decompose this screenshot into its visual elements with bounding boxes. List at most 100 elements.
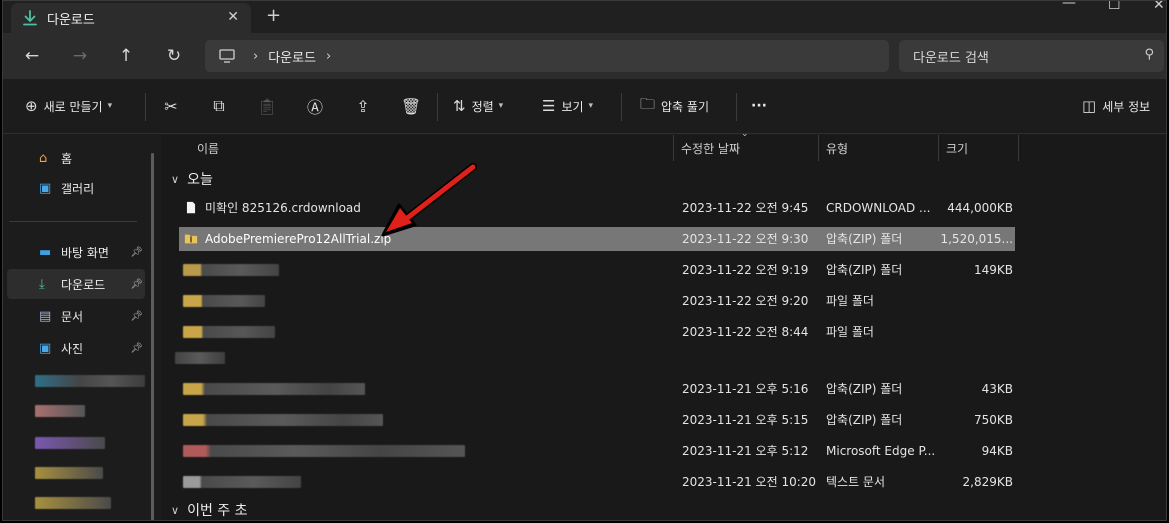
column-header-modified[interactable]: 수정한 날짜 — [681, 135, 740, 161]
navigation-pane: ⌂ 홈 ▣ 갤러리 ▬ 바탕 화면 📌︎ ⤓ 다운로드 📌︎ ▤ 문서 📌︎ ▣… — [3, 135, 159, 520]
table-row[interactable]: 2023-11-22 오전 9:19 압축(ZIP) 폴더 149KB — [179, 258, 1015, 282]
sidebar-scrollbar[interactable] — [151, 153, 154, 520]
table-row[interactable]: 2023-11-22 오전 9:20 파일 폴더 — [179, 289, 1015, 313]
sidebar-item-label: 바탕 화면 — [61, 245, 109, 260]
column-header-name[interactable]: 이름 — [197, 135, 219, 161]
sidebar-divider — [9, 221, 137, 222]
gallery-icon: ▣ — [39, 180, 52, 196]
file-type: 압축(ZIP) 폴더 — [826, 232, 903, 246]
delete-icon[interactable]: 🗑︎ — [397, 94, 425, 118]
table-row[interactable]: 2023-11-21 오후 5:16 압축(ZIP) 폴더 43KB — [179, 377, 1015, 401]
sidebar-item-pictures[interactable]: ▣ 사진 📌︎ — [7, 333, 145, 363]
file-type: 파일 폴더 — [826, 294, 874, 308]
file-size: 444,000KB — [947, 201, 1013, 215]
file-modified: 2023-11-22 오전 9:19 — [682, 263, 809, 277]
column-divider[interactable] — [1018, 135, 1019, 161]
sidebar-item-label: 다운로드 — [61, 277, 106, 292]
sort-icon: ⇅ — [453, 97, 466, 115]
sidebar-item-downloads[interactable]: ⤓ 다운로드 📌︎ — [7, 269, 145, 299]
file-modified: 2023-11-22 오전 9:30 — [682, 232, 809, 246]
minimize-icon[interactable]: — — [1062, 1, 1076, 11]
breadcrumb-chevron-icon[interactable]: › — [326, 49, 331, 64]
search-placeholder: 다운로드 검색 — [913, 50, 989, 66]
address-bar[interactable]: › 다운로드 › — [205, 40, 889, 72]
pin-icon[interactable]: 📌︎ — [130, 343, 143, 354]
close-tab-icon[interactable]: ✕ — [227, 9, 239, 25]
file-size: 2,829KB — [962, 475, 1013, 489]
blurred-file-name — [183, 326, 275, 338]
file-size — [939, 289, 1013, 313]
table-row[interactable]: 2023-11-21 오후 5:12 Microsoft Edge P... 9… — [179, 439, 1015, 463]
navigation-bar: ← → ↑ ↻ › 다운로드 › 다운로드 검색 ⚲ — [3, 33, 1166, 79]
blurred-sidebar-item — [35, 467, 103, 479]
file-name: AdobePremierePro12AllTrial.zip — [205, 232, 392, 246]
table-row[interactable]: 미확인 825126.crdownload 2023-11-22 오전 9:45… — [179, 196, 1015, 220]
sidebar-item-home[interactable]: ⌂ 홈 — [7, 143, 145, 173]
blurred-file-name — [183, 295, 265, 307]
sidebar-item-label: 홈 — [61, 151, 73, 166]
table-row[interactable]: 2023-11-21 오후 5:15 압축(ZIP) 폴더 750KB — [179, 408, 1015, 432]
table-row[interactable]: 2023-11-22 오전 8:44 파일 폴더 — [179, 320, 1015, 344]
new-tab-button[interactable]: + — [266, 5, 281, 26]
share-icon[interactable]: ⇪ — [349, 94, 377, 118]
close-window-icon[interactable]: ✕ — [1153, 1, 1165, 13]
sort-button[interactable]: ⇅ 정렬 ▾ — [453, 94, 503, 118]
column-divider[interactable] — [938, 135, 939, 161]
paste-icon[interactable]: 📋︎ — [253, 94, 281, 118]
toolbar-divider — [437, 93, 438, 121]
download-icon — [23, 10, 37, 26]
pin-icon[interactable]: 📌︎ — [130, 247, 143, 258]
cut-icon[interactable]: ✂ — [157, 94, 185, 118]
column-divider[interactable] — [673, 135, 674, 161]
table-row-selected[interactable]: AdobePremierePro12AllTrial.zip 2023-11-2… — [179, 227, 1015, 251]
extract-label: 압축 풀기 — [661, 99, 709, 114]
sort-chevron-icon: ⌄ — [741, 129, 749, 139]
group-header-this-week[interactable]: ∨ 이번 주 초 — [171, 500, 247, 520]
blurred-sidebar-item — [35, 497, 111, 509]
document-icon: ▤ — [39, 308, 52, 324]
more-options-button[interactable]: ··· — [751, 94, 767, 118]
blurred-sidebar-item — [35, 375, 145, 387]
maximize-icon[interactable]: ☐ — [1108, 1, 1121, 13]
sidebar-item-gallery[interactable]: ▣ 갤러리 — [7, 173, 145, 203]
tab-downloads[interactable]: 다운로드 ✕ — [11, 3, 251, 33]
pin-icon[interactable]: 📌︎ — [130, 279, 143, 290]
blurred-file-name — [183, 383, 365, 395]
rename-icon[interactable]: Ⓐ — [301, 94, 329, 118]
chevron-down-icon: ∨ — [171, 172, 180, 186]
table-row[interactable]: 2023-11-21 오전 10:20 텍스트 문서 2,829KB — [179, 470, 1015, 494]
back-button[interactable]: ← — [19, 43, 45, 69]
details-pane-button[interactable]: ◫ 세부 정보 — [1082, 94, 1150, 118]
file-type: 텍스트 문서 — [826, 475, 886, 489]
file-name: 미확인 825126.crdownload — [205, 201, 361, 215]
file-modified: 2023-11-22 오전 9:20 — [682, 294, 809, 308]
forward-button[interactable]: → — [67, 43, 93, 69]
new-button[interactable]: ⊕ 새로 만들기 ▾ — [25, 94, 112, 118]
computer-icon — [219, 49, 235, 63]
group-title: 오늘 — [187, 172, 213, 188]
up-button[interactable]: ↑ — [113, 43, 139, 69]
breadcrumb-downloads[interactable]: 다운로드 — [268, 47, 316, 66]
breadcrumb-chevron-icon[interactable]: › — [253, 49, 258, 64]
copy-icon[interactable]: ⧉ — [205, 94, 233, 118]
column-header-size[interactable]: 크기 — [946, 135, 968, 161]
group-header-today[interactable]: ∨ 오늘 — [171, 169, 213, 189]
blurred-group-header — [175, 352, 225, 364]
search-input[interactable]: 다운로드 검색 ⚲ — [899, 40, 1164, 72]
chevron-down-icon: ▾ — [107, 101, 113, 111]
extract-button[interactable]: 🗀︎ 압축 풀기 — [640, 94, 709, 118]
group-title: 이번 주 초 — [187, 503, 248, 519]
sidebar-item-desktop[interactable]: ▬ 바탕 화면 📌︎ — [7, 237, 145, 267]
refresh-button[interactable]: ↻ — [161, 43, 187, 69]
sidebar-item-label: 문서 — [61, 309, 84, 324]
column-header-type[interactable]: 유형 — [826, 135, 848, 161]
home-icon: ⌂ — [39, 150, 48, 166]
file-size — [939, 320, 1013, 344]
sidebar-item-documents[interactable]: ▤ 문서 📌︎ — [7, 301, 145, 331]
chevron-down-icon: ▾ — [498, 101, 504, 111]
view-button[interactable]: ☰ 보기 ▾ — [542, 94, 593, 118]
file-type: CRDOWNLOAD ... — [826, 201, 931, 215]
sidebar-item-label: 갤러리 — [61, 181, 95, 196]
column-divider[interactable] — [818, 135, 819, 161]
pin-icon[interactable]: 📌︎ — [130, 311, 143, 322]
